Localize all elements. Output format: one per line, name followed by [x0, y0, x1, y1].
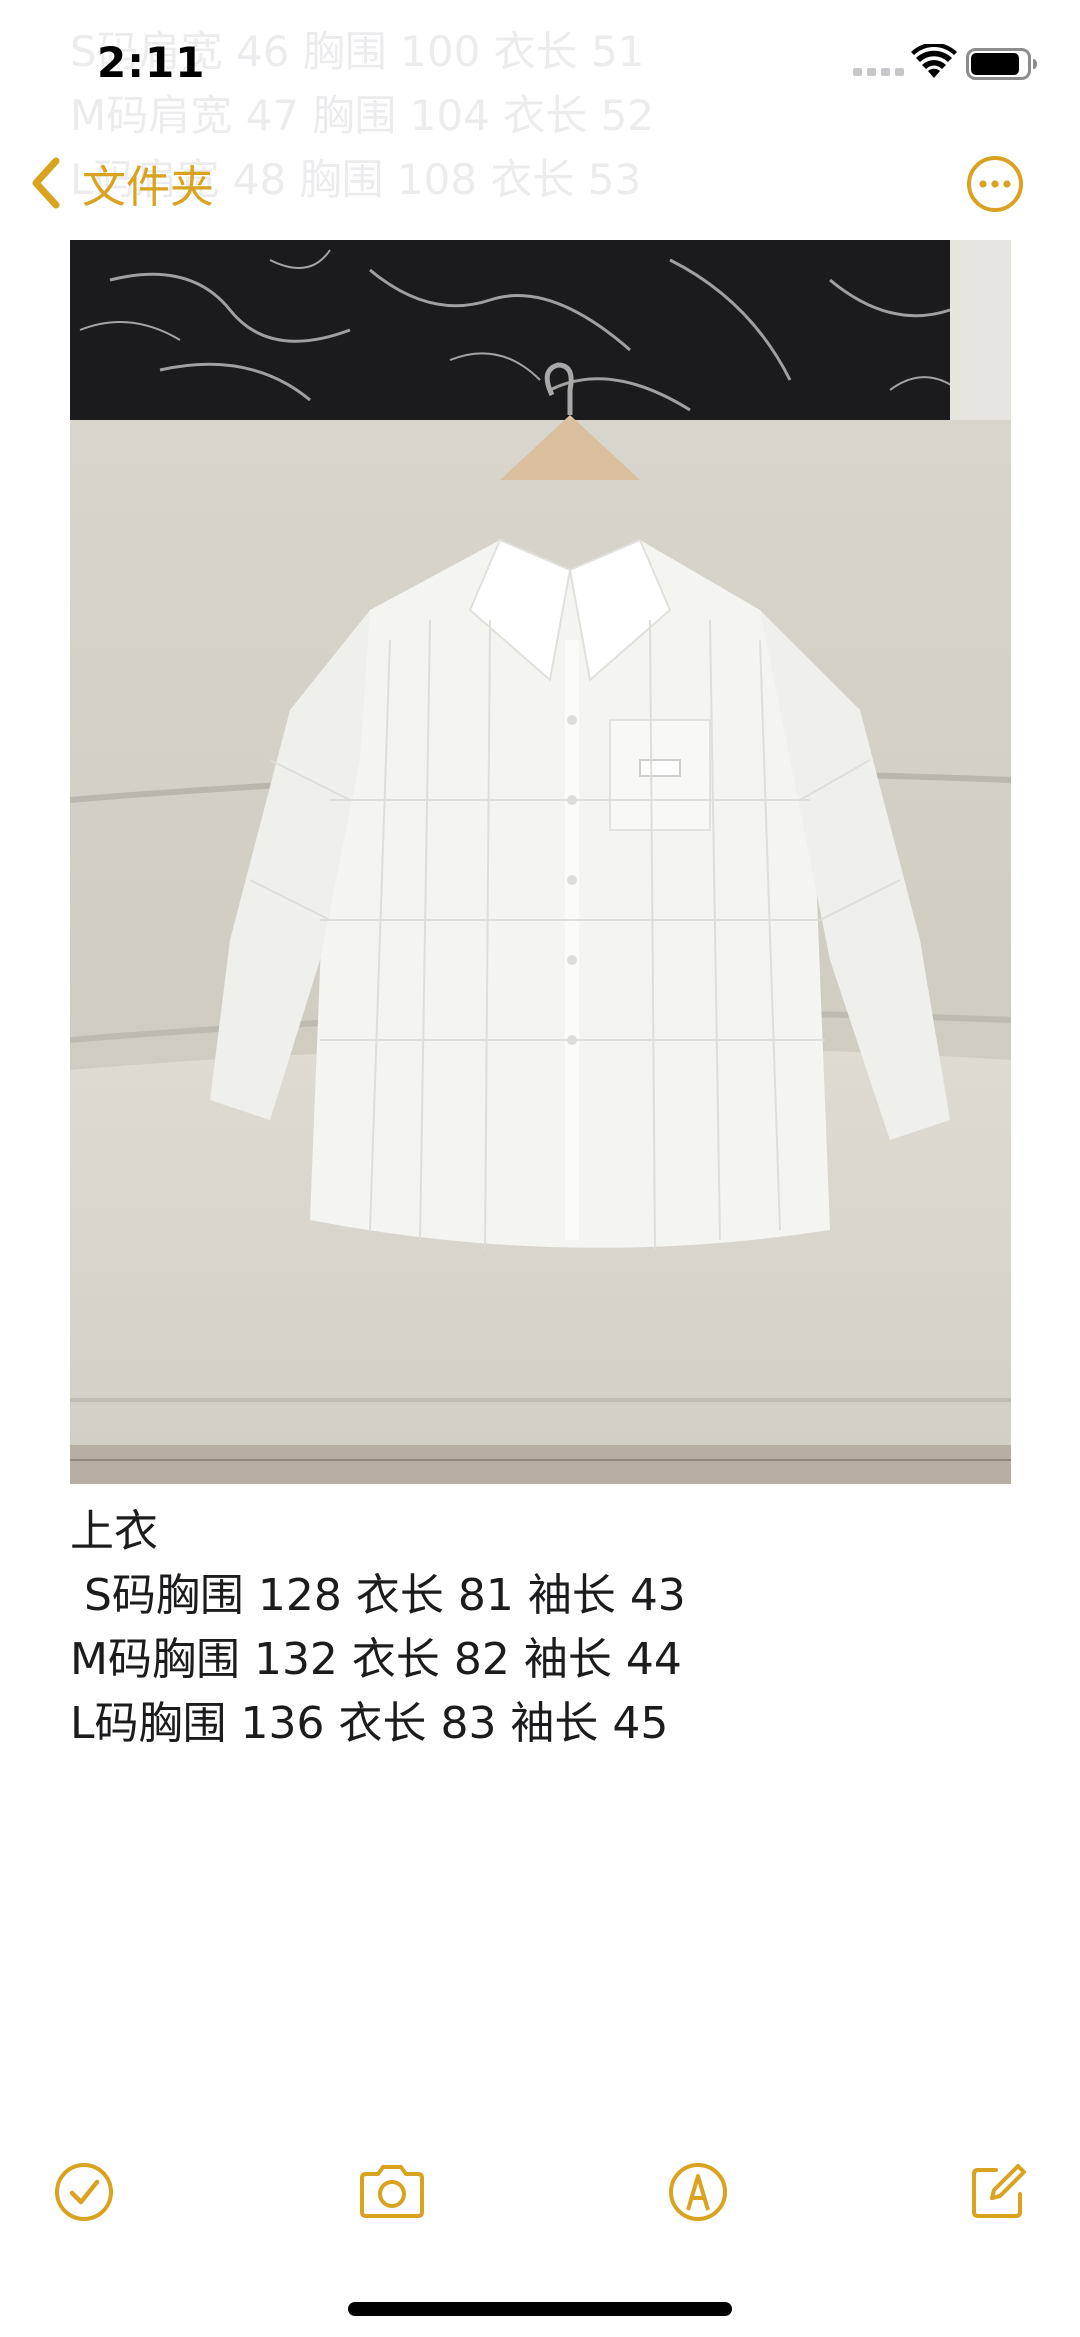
- markup-icon[interactable]: [666, 2160, 730, 2224]
- shirt-photo-illustration: [70, 240, 1011, 1484]
- note-body[interactable]: 上衣 S码胸围 128 衣长 81 袖长 43 M码胸围 132 衣长 82 袖…: [70, 1500, 1010, 1756]
- checklist-icon[interactable]: [52, 2160, 116, 2224]
- back-button[interactable]: 文件夹: [28, 152, 214, 214]
- wifi-icon: [911, 44, 957, 78]
- note-line-size-l: L码胸围 136 衣长 83 袖长 45: [70, 1698, 669, 1749]
- chevron-left-icon: [32, 157, 60, 209]
- camera-icon[interactable]: [356, 2160, 428, 2224]
- shirt-photo[interactable]: [70, 240, 1011, 1484]
- status-time: 2:11: [97, 38, 206, 87]
- battery-icon: [966, 48, 1037, 80]
- ellipsis-circle-icon[interactable]: [966, 155, 1024, 213]
- cellular-signal-icon: [853, 68, 904, 76]
- note-line-title: 上衣: [70, 1506, 158, 1557]
- status-bar: 2:11: [0, 0, 1080, 130]
- home-indicator[interactable]: [348, 2302, 732, 2316]
- notes-screen: S码肩宽 46 胸围 100 衣长 51 M码肩宽 47 胸围 104 衣长 5…: [0, 0, 1080, 2337]
- back-button-label: 文件夹: [82, 162, 214, 213]
- note-line-size-m: M码胸围 132 衣长 82 袖长 44: [70, 1634, 682, 1685]
- note-line-size-s: S码胸围 128 衣长 81 袖长 43: [70, 1570, 686, 1621]
- compose-icon[interactable]: [966, 2160, 1030, 2224]
